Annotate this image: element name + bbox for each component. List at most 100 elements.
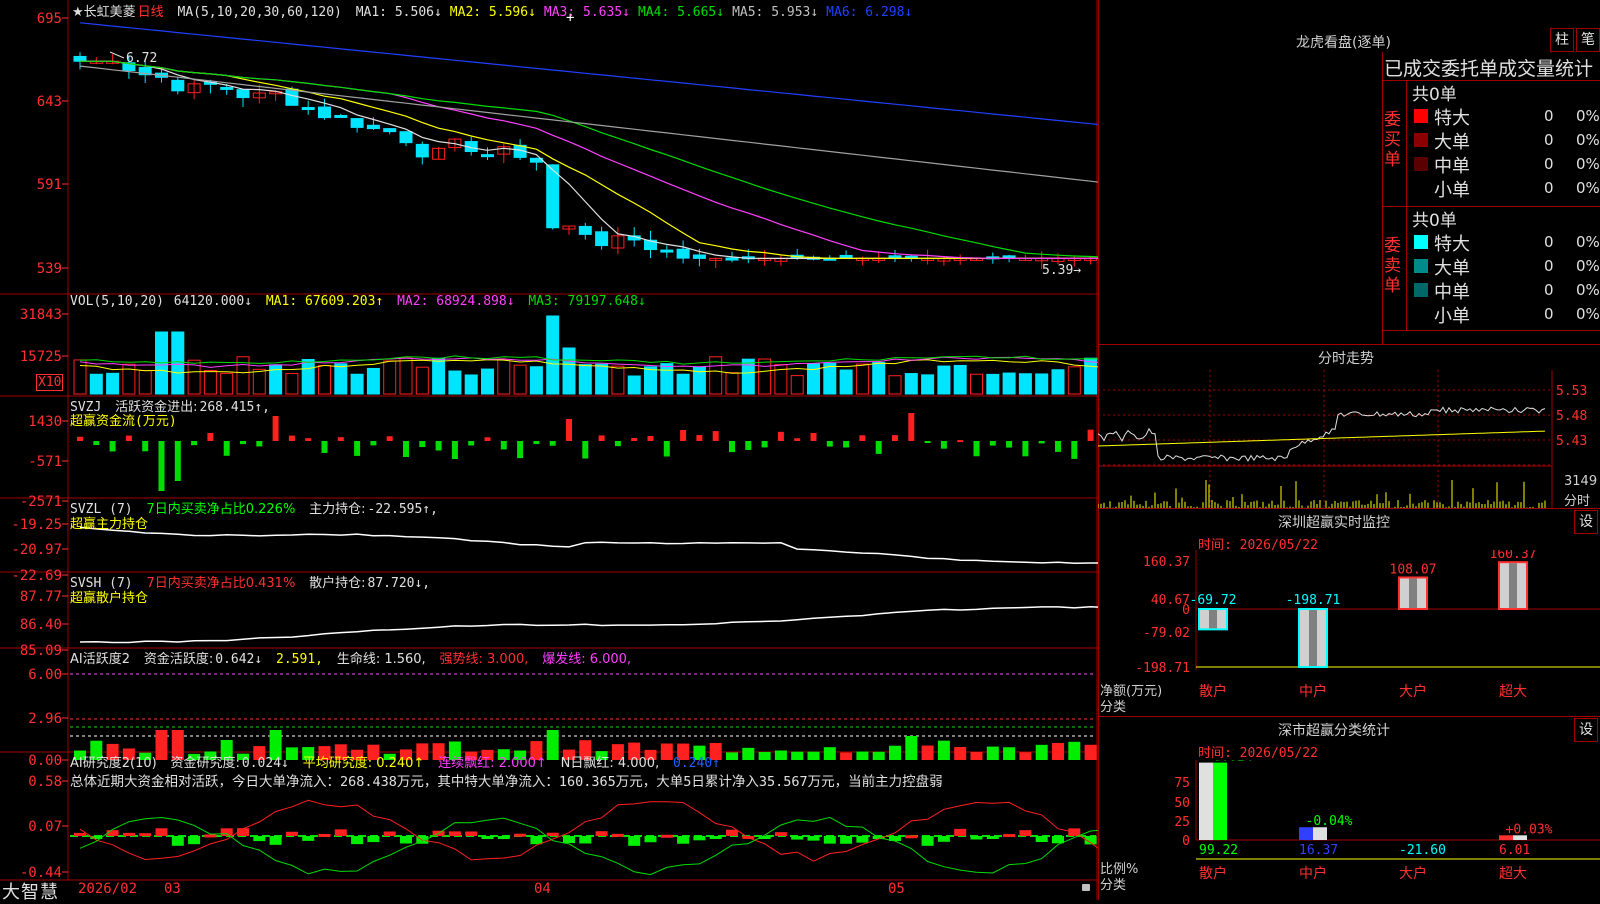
- lock-icon[interactable]: [1082, 884, 1090, 891]
- fund-flow-bar: [892, 435, 898, 441]
- intraday-chart[interactable]: 5.53 5.48 5.43: [1098, 370, 1600, 510]
- activity-bar: [1003, 747, 1016, 760]
- main-header: ★长虹美菱 日线 MA(5,10,20,30,60,120) MA1: 5.506…: [72, 1, 926, 20]
- ai1-header: AI活跃度2 资金活跃度: 0.642↓ 2.591, 生命线: 1.560, 强…: [70, 648, 637, 667]
- fund-flow-bar: [305, 438, 312, 441]
- research-bar: [269, 836, 282, 845]
- classify-tick-3: 0: [1182, 834, 1190, 849]
- research-bar: [563, 836, 575, 844]
- research-bar: [774, 832, 787, 836]
- candle: [415, 143, 429, 158]
- fund-flow-bar: [386, 436, 393, 441]
- research-bar: [677, 836, 690, 844]
- vol-ma1: MA1: 67609.203↑: [266, 294, 383, 309]
- research-bar: [1035, 836, 1048, 842]
- research-bar: [660, 834, 673, 838]
- sell-swatch-0: [1414, 235, 1428, 249]
- volume-bar: [970, 373, 983, 395]
- classify-bar-0[interactable]: [1199, 762, 1213, 840]
- candle: [383, 128, 397, 133]
- ai2-avg: 平均研究度: 0.240↑: [302, 756, 425, 771]
- research-bar: [155, 828, 168, 836]
- research-bar: [514, 833, 527, 837]
- kline-chart-area[interactable]: 695 643 591 539 31843 15725 1430 -571 -2571 -19.2…: [0, 0, 1098, 903]
- volume-bar: [725, 372, 739, 395]
- svzl-tick-2: -22.69: [11, 568, 62, 584]
- activity-bar: [970, 751, 983, 760]
- monitor-value-1: -198.71: [1286, 593, 1341, 608]
- candle: [481, 154, 494, 158]
- stock-name[interactable]: ★长虹美菱: [72, 5, 136, 20]
- classify-top: [1098, 716, 1600, 717]
- svzj-sub: 超赢资金流(万元): [70, 414, 177, 429]
- intraday-top: [1098, 344, 1600, 345]
- vol-ma2-value: 68924.898↓: [436, 294, 515, 309]
- ma-item-4: MA4: 5.665↓: [637, 5, 725, 20]
- tick-mode-button[interactable]: 笔: [1576, 28, 1600, 52]
- activity-bar: [986, 746, 999, 760]
- vol-ma3: MA3: 79197.648↓: [528, 294, 645, 309]
- monitor-chart[interactable]: 160.3740.670-79.02-198.71-69.72散户-198.71…: [1098, 550, 1600, 720]
- main-holding-line: [79, 526, 1098, 564]
- fund-flow-bar: [77, 436, 83, 441]
- fund-flow-bar: [337, 437, 344, 441]
- fund-flow-bar: [370, 441, 377, 446]
- classify-chart[interactable]: 75 50 25 0 -0.02% 99.22 散户 -0.04% 16.37 中户 -21.60 大…: [1098, 760, 1600, 900]
- activity-bar: [1068, 741, 1081, 760]
- vol-title: VOL(5,10,20): [70, 294, 164, 309]
- volume-bar: [383, 360, 397, 395]
- research-bar: [253, 836, 266, 842]
- fund-flow-bar: [810, 432, 817, 441]
- monitor-title: 深圳超赢实时监控: [1278, 515, 1390, 531]
- activity-bar: [726, 752, 738, 760]
- buy-count-2: 0: [1544, 155, 1554, 173]
- volume-bar: [644, 366, 657, 395]
- research-bar: [204, 834, 217, 838]
- ma-item-2: MA2: 5.596↓: [449, 5, 536, 20]
- monitor-bar-shade-2: [1409, 578, 1417, 608]
- ai2-description: 总体近期大资金相对活跃，今日大单净流入：268.438万元，其中特大单净流入：1…: [70, 774, 943, 790]
- volume-bar: [220, 372, 234, 395]
- fund-flow-bar: [1071, 441, 1078, 459]
- classify-pct-1: -0.04%: [1306, 814, 1353, 829]
- research-bar: [302, 836, 315, 841]
- candle: [366, 124, 380, 130]
- classify-settings-button[interactable]: 设: [1574, 718, 1598, 742]
- dragon-panel: 龙虎看盘(逐单) 柱 笔 已成交委托单成交量统计 委买单 共0单 特大 0 0% 大单…: [1098, 0, 1600, 344]
- fund-flow-bar: [598, 435, 605, 441]
- svzl-label2: 主力持仓:: [309, 502, 366, 517]
- classify-cat-0: 散户: [1199, 865, 1227, 882]
- research-bar: [400, 836, 412, 844]
- classify-bottom-2: -21.60: [1399, 843, 1446, 858]
- research-bar: [595, 831, 608, 836]
- research-bar: [497, 836, 510, 839]
- fund-flow-bar: [321, 441, 328, 453]
- svsh-label2: 散户持仓:: [309, 576, 366, 591]
- bar-mode-button[interactable]: 柱: [1550, 28, 1574, 52]
- fund-flow-bar: [875, 441, 882, 454]
- ai1-tick-1: 2.96: [28, 711, 62, 727]
- dragon-bottom-sep: [1382, 330, 1600, 331]
- research-bar: [954, 828, 967, 836]
- fund-flow-bar: [761, 441, 768, 448]
- monitor-settings-button[interactable]: 设: [1574, 510, 1598, 534]
- volume-bar: [366, 367, 380, 395]
- period-label[interactable]: 日线: [138, 5, 164, 20]
- volume-bar: [758, 358, 772, 395]
- fund-flow-bar: [631, 437, 638, 441]
- research-bar: [579, 836, 592, 844]
- sell-swatch-1: [1414, 259, 1428, 273]
- buy-row-3: 小单 0 0%: [1408, 176, 1600, 201]
- research-bar: [139, 833, 152, 837]
- fund-flow-bar: [419, 441, 426, 448]
- fund-flow-bar: [647, 436, 654, 441]
- volume-bar: [546, 315, 560, 395]
- svsh-sub: 超赢散户持仓: [70, 591, 149, 606]
- fund-flow-bar: [712, 431, 719, 441]
- volume-bar: [203, 369, 217, 395]
- classify-bar-b-0[interactable]: [1213, 762, 1227, 840]
- volume-bar: [1002, 372, 1016, 395]
- candle: [595, 231, 609, 247]
- volume-bar: [301, 358, 315, 395]
- research-bar: [383, 831, 396, 836]
